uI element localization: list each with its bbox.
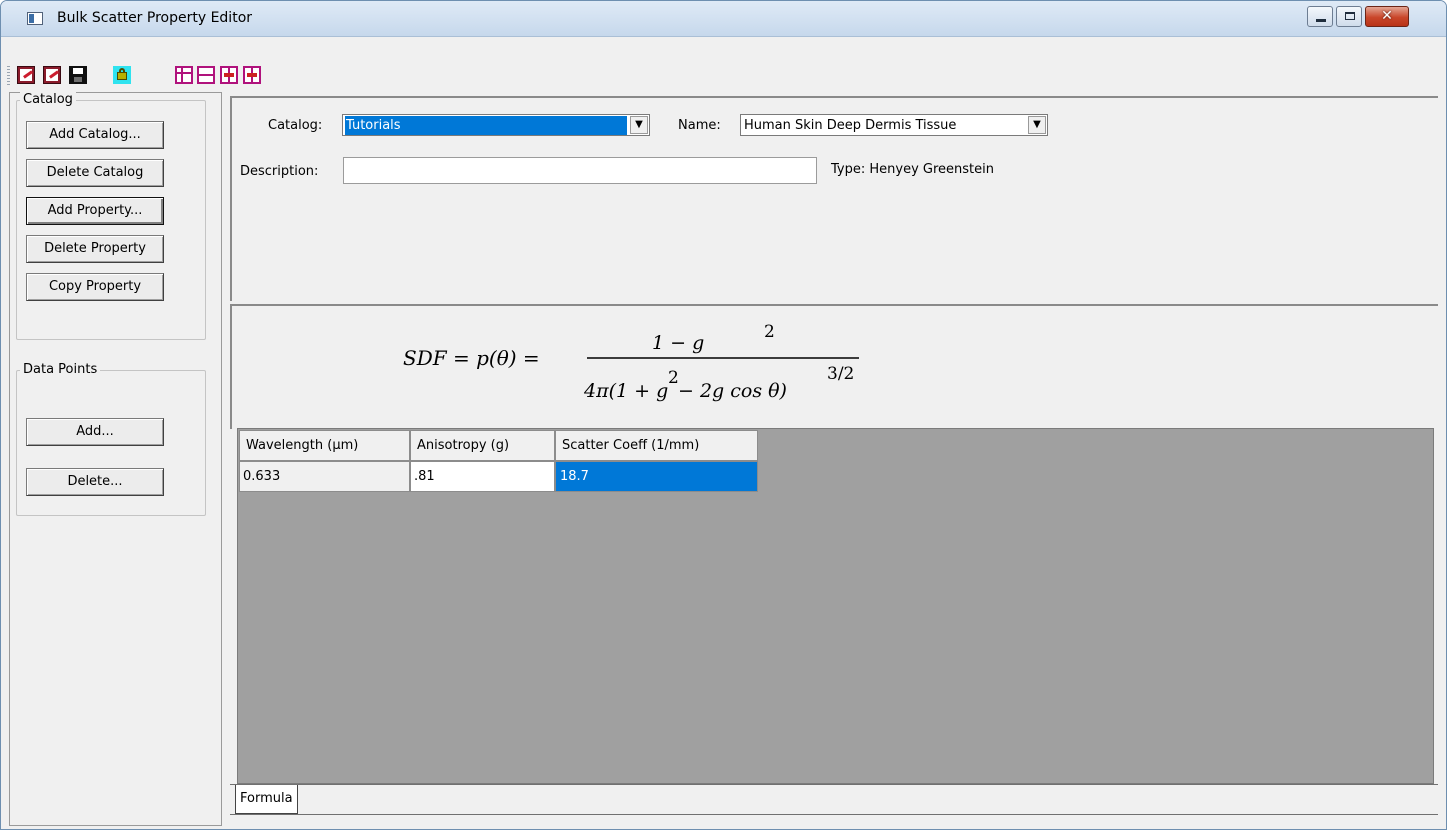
minimize-icon <box>1316 19 1326 22</box>
data-points-group-label: Data Points <box>20 362 101 377</box>
move-row-up-icon[interactable] <box>243 66 261 84</box>
lock-icon[interactable] <box>113 66 131 84</box>
title-bar[interactable]: Bulk Scatter Property Editor ✕ <box>1 1 1446 37</box>
scatter-formula: SDF = p(θ) = 1 − g 2 4π(1 + g 2 − 2g cos… <box>403 322 859 402</box>
tab-strip-baseline <box>230 814 1438 815</box>
window-title: Bulk Scatter Property Editor <box>57 10 253 26</box>
column-layout-icon[interactable] <box>175 66 193 84</box>
formula-panel: SDF = p(θ) = 1 − g 2 4π(1 + g 2 − 2g cos… <box>230 304 1438 429</box>
maximize-icon <box>1345 12 1355 20</box>
name-select[interactable]: Human Skin Deep Dermis Tissue ▼ <box>740 114 1048 136</box>
add-property-button[interactable]: Add Property... <box>26 197 164 225</box>
table-cell-scatter-coeff[interactable]: 18.7 <box>555 461 758 492</box>
close-icon: ✕ <box>1381 8 1393 24</box>
column-header-anisotropy[interactable]: Anisotropy (g) <box>410 430 555 461</box>
tab-strip: Formula <box>230 784 1438 826</box>
delete-data-point-button[interactable]: Delete... <box>26 468 164 496</box>
formula-numerator-exponent: 2 <box>764 322 775 342</box>
catalog-group: Catalog Add Catalog... Delete Catalog Ad… <box>16 92 206 340</box>
catalog-label: Catalog: <box>268 118 323 133</box>
formula-numerator: 1 − g <box>652 332 704 354</box>
name-label: Name: <box>678 118 721 133</box>
tab-formula[interactable]: Formula <box>235 785 298 814</box>
delete-property-button[interactable]: Delete Property <box>26 235 164 263</box>
left-panel: Catalog Add Catalog... Delete Catalog Ad… <box>9 92 222 826</box>
name-select-value: Human Skin Deep Dermis Tissue <box>744 118 957 133</box>
type-text: Type: Henyey Greenstein <box>831 162 994 177</box>
app-icon <box>27 12 43 25</box>
copy-property-button[interactable]: Copy Property <box>26 273 164 301</box>
table-cell-wavelength[interactable]: 0.633 <box>239 461 410 492</box>
formula-denominator-suffix: − 2g cos θ) <box>678 380 787 402</box>
add-catalog-button[interactable]: Add Catalog... <box>26 121 164 149</box>
catalog-select[interactable]: Tutorials ▼ <box>342 114 650 136</box>
description-field[interactable] <box>343 157 817 184</box>
formula-lhs: SDF = p(θ) = <box>403 346 540 370</box>
import-icon[interactable] <box>43 66 61 84</box>
save-icon[interactable] <box>69 66 87 84</box>
data-points-group: Data Points Add... Delete... <box>16 362 206 516</box>
right-panel: Catalog: Tutorials ▼ Name: Human Skin De… <box>230 92 1438 826</box>
catalog-select-value: Tutorials <box>345 116 627 135</box>
chevron-down-icon[interactable]: ▼ <box>1028 116 1046 134</box>
add-data-point-button[interactable]: Add... <box>26 418 164 446</box>
description-label: Description: <box>240 164 319 179</box>
toolbar <box>1 60 1446 92</box>
data-grid[interactable]: Wavelength (μm) Anisotropy (g) Scatter C… <box>237 428 1434 784</box>
row-layout-icon[interactable] <box>197 66 215 84</box>
column-header-scatter-coeff[interactable]: Scatter Coeff (1/mm) <box>555 430 758 461</box>
formula-outer-exponent: 3/2 <box>827 364 854 384</box>
table-cell-anisotropy[interactable]: .81 <box>410 461 555 492</box>
minimize-button[interactable] <box>1307 6 1333 27</box>
column-header-wavelength[interactable]: Wavelength (μm) <box>239 430 410 461</box>
formula-denominator-prefix: 4π(1 + g <box>583 380 668 402</box>
insert-row-icon[interactable] <box>220 66 238 84</box>
export-icon[interactable] <box>17 66 35 84</box>
property-details-panel: Catalog: Tutorials ▼ Name: Human Skin De… <box>230 96 1438 301</box>
toolbar-grip[interactable] <box>7 66 10 86</box>
chevron-down-icon[interactable]: ▼ <box>630 116 648 134</box>
application-window: Bulk Scatter Property Editor ✕ Catalog A… <box>0 0 1447 830</box>
delete-catalog-button[interactable]: Delete Catalog <box>26 159 164 187</box>
maximize-button[interactable] <box>1336 6 1362 27</box>
catalog-group-label: Catalog <box>20 92 76 107</box>
close-button[interactable]: ✕ <box>1365 6 1409 27</box>
